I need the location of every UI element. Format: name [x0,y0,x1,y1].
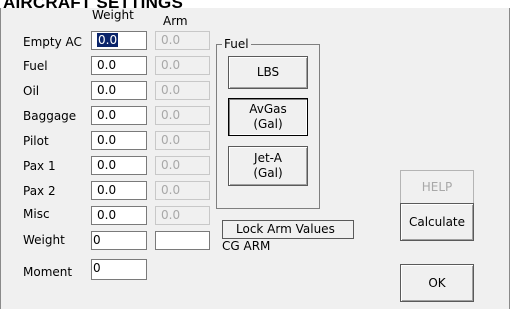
pax-1-weight-input[interactable]: 0.0 [91,156,147,175]
total-moment-output: 0 [91,259,147,280]
misc-weight-input[interactable]: 0.0 [91,206,147,225]
row-label-pax-1: Pax 1 [23,159,56,173]
cg-arm-label: CG ARM [222,239,271,253]
settings-panel: Weight Arm Empty AC 0.0 0.0 Fuel 0.0 0.0… [0,8,510,309]
help-button[interactable]: HELP [400,170,474,205]
fuel-avgas-label-line1: AvGas [249,102,287,116]
weight-column-header: Weight [92,8,134,22]
baggage-arm-input[interactable]: 0.0 [155,106,210,125]
fuel-jeta-button[interactable]: Jet-A (Gal) [228,146,308,186]
ok-button[interactable]: OK [400,264,474,302]
fuel-type-group: Fuel LBS AvGas (Gal) Jet-A (Gal) [216,37,320,209]
fuel-weight-input[interactable]: 0.0 [91,56,147,75]
fuel-avgas-button[interactable]: AvGas (Gal) [228,98,308,136]
fuel-arm-input[interactable]: 0.0 [155,56,210,75]
row-label-baggage: Baggage [23,109,77,123]
fuel-jeta-label-line2: (Gal) [253,166,283,180]
row-label-pilot: Pilot [23,134,49,148]
oil-weight-input[interactable]: 0.0 [91,81,147,100]
fuel-jeta-label-line1: Jet-A [254,151,282,165]
empty-ac-weight-value: 0.0 [97,33,119,47]
calculate-button[interactable]: Calculate [400,203,474,241]
cg-arm-output [155,231,210,250]
pax-2-weight-input[interactable]: 0.0 [91,181,147,200]
row-label-misc: Misc [23,207,50,221]
total-moment-label: Moment [23,265,73,279]
arm-column-header: Arm [163,14,188,28]
row-label-oil: Oil [23,84,40,98]
ok-button-label: OK [428,275,446,290]
row-label-fuel: Fuel [23,59,48,73]
fuel-avgas-label-line2: (Gal) [253,117,283,131]
empty-ac-weight-input[interactable]: 0.0 [91,31,147,50]
fuel-lbs-button[interactable]: LBS [228,56,308,89]
calculate-button-label: Calculate [408,214,466,229]
baggage-weight-input[interactable]: 0.0 [91,106,147,125]
oil-arm-input[interactable]: 0.0 [155,81,210,100]
total-weight-output: 0 [91,231,147,250]
pax-1-arm-input[interactable]: 0.0 [155,156,210,175]
lock-arm-values-toggle[interactable]: Lock Arm Values [222,220,354,239]
pax-2-arm-input[interactable]: 0.0 [155,181,210,200]
pilot-weight-input[interactable]: 0.0 [91,131,147,150]
misc-arm-input[interactable]: 0.0 [155,206,210,225]
total-weight-label: Weight [23,233,65,247]
fuel-group-legend: Fuel [222,37,251,51]
help-button-label: HELP [421,180,453,194]
fuel-lbs-label: LBS [256,65,280,79]
pilot-arm-input[interactable]: 0.0 [155,131,210,150]
row-label-empty-ac: Empty AC [23,35,82,49]
row-label-pax-2: Pax 2 [23,184,56,198]
empty-ac-arm-input[interactable]: 0.0 [155,31,210,50]
